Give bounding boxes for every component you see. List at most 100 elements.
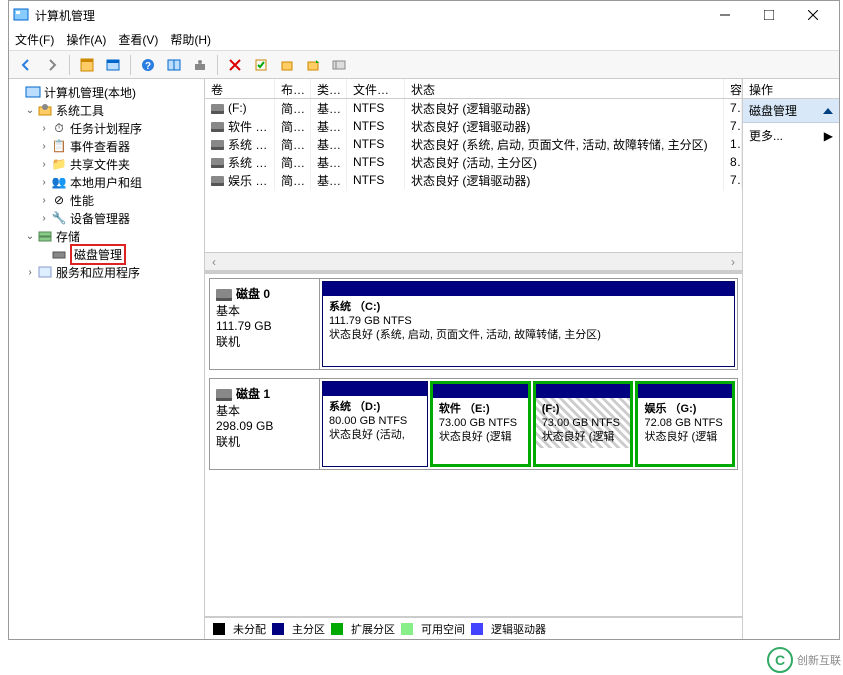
tree-pane[interactable]: 计算机管理(本地) ⌄系统工具 ›⏱任务计划程序›📋事件查看器›📁共享文件夹›👥… xyxy=(9,79,205,639)
tree-item-1[interactable]: ›📋事件查看器 xyxy=(11,137,202,155)
menu-operation[interactable]: 操作(A) xyxy=(66,31,106,48)
col-layout[interactable]: 布局 xyxy=(275,79,311,98)
tree-item-label: 本地用户和组 xyxy=(70,174,142,191)
legend-unalloc-swatch xyxy=(213,623,225,635)
tree-systools-label: 系统工具 xyxy=(56,102,104,119)
col-volume[interactable]: 卷 xyxy=(205,79,275,98)
tree-item-label: 事件查看器 xyxy=(70,138,130,155)
legend-primary-swatch xyxy=(272,623,284,635)
tree-item-icon: 🔧 xyxy=(51,210,67,226)
partition[interactable]: 软件 （E:)73.00 GB NTFS状态良好 (逻辑 xyxy=(430,381,531,467)
legend: 未分配 主分区 扩展分区 可用空间 逻辑驱动器 xyxy=(205,617,742,639)
actions-section-label: 磁盘管理 xyxy=(749,102,797,119)
tree-diskmgmt-label: 磁盘管理 xyxy=(70,244,126,265)
tree-item-3[interactable]: ›👥本地用户和组 xyxy=(11,173,202,191)
partition[interactable]: 系统 （D:)80.00 GB NTFS状态良好 (活动, xyxy=(322,381,428,467)
tree-item-2[interactable]: ›📁共享文件夹 xyxy=(11,155,202,173)
legend-primary: 主分区 xyxy=(292,621,325,637)
legend-logical: 逻辑驱动器 xyxy=(491,621,546,637)
tree-systools[interactable]: ⌄系统工具 xyxy=(11,101,202,119)
menu-file[interactable]: 文件(F) xyxy=(15,31,54,48)
tree-item-label: 设备管理器 xyxy=(70,210,130,227)
tree-root[interactable]: 计算机管理(本地) xyxy=(11,83,202,101)
tree-item-label: 任务计划程序 xyxy=(70,120,142,137)
table-row[interactable]: (F:)简单基本NTFS状态良好 (逻辑驱动器)7 xyxy=(205,99,742,117)
actions-more[interactable]: 更多...▶ xyxy=(743,123,839,148)
watermark-logo-icon: C xyxy=(767,647,793,673)
watermark-text: 创新互联 xyxy=(797,652,841,668)
minimize-button[interactable] xyxy=(703,1,747,29)
app-icon xyxy=(13,7,29,23)
action2-button[interactable] xyxy=(276,54,298,76)
toolbar: ? xyxy=(9,51,839,79)
close-button[interactable] xyxy=(791,1,835,29)
col-type[interactable]: 类型 xyxy=(311,79,347,98)
table-row[interactable]: 系统 (C:)简单基本NTFS状态良好 (系统, 启动, 页面文件, 活动, 故… xyxy=(205,135,742,153)
actions-section[interactable]: 磁盘管理 xyxy=(743,99,839,123)
center-pane: 卷 布局 类型 文件系统 状态 容 (F:)简单基本NTFS状态良好 (逻辑驱动… xyxy=(205,79,743,639)
tree-root-label: 计算机管理(本地) xyxy=(44,84,136,101)
menu-view[interactable]: 查看(V) xyxy=(118,31,158,48)
tree-item-icon: 👥 xyxy=(51,174,67,190)
tree-item-0[interactable]: ›⏱任务计划程序 xyxy=(11,119,202,137)
partition[interactable]: (F:)73.00 GB NTFS状态良好 (逻辑 xyxy=(533,381,634,467)
table-row[interactable]: 软件 (E:)简单基本NTFS状态良好 (逻辑驱动器)7 xyxy=(205,117,742,135)
settings-button[interactable] xyxy=(328,54,350,76)
volume-table: 卷 布局 类型 文件系统 状态 容 (F:)简单基本NTFS状态良好 (逻辑驱动… xyxy=(205,79,742,274)
delete-button[interactable] xyxy=(224,54,246,76)
tree-storage-label: 存储 xyxy=(56,228,80,245)
legend-ext: 扩展分区 xyxy=(351,621,395,637)
tree-item-label: 共享文件夹 xyxy=(70,156,130,173)
tree-storage[interactable]: ⌄存储 xyxy=(11,227,202,245)
tree-services-label: 服务和应用程序 xyxy=(56,264,140,281)
forward-button[interactable] xyxy=(41,54,63,76)
tree-item-icon: 📋 xyxy=(51,138,67,154)
tree-item-label: 性能 xyxy=(70,192,94,209)
tree-item-5[interactable]: ›🔧设备管理器 xyxy=(11,209,202,227)
col-cap[interactable]: 容 xyxy=(724,79,742,98)
partition[interactable]: 娱乐 （G:)72.08 GB NTFS状态良好 (逻辑 xyxy=(635,381,735,467)
legend-free-swatch xyxy=(401,623,413,635)
show-hide-tree-button[interactable] xyxy=(76,54,98,76)
tree-item-icon: ⊘ xyxy=(51,192,67,208)
tree-item-icon: 📁 xyxy=(51,156,67,172)
actions-header: 操作 xyxy=(743,79,839,99)
collapse-icon xyxy=(823,108,833,114)
volume-header[interactable]: 卷 布局 类型 文件系统 状态 容 xyxy=(205,79,742,99)
tree-item-icon: ⏱ xyxy=(51,120,67,136)
table-row[interactable]: 娱乐 (G:)简单基本NTFS状态良好 (逻辑驱动器)7 xyxy=(205,171,742,189)
actions-pane: 操作 磁盘管理 更多...▶ xyxy=(743,79,839,639)
menubar: 文件(F) 操作(A) 查看(V) 帮助(H) xyxy=(9,29,839,51)
action3-button[interactable] xyxy=(302,54,324,76)
disk-graphic-pane[interactable]: 磁盘 0基本111.79 GB联机系统 （C:)111.79 GB NTFS状态… xyxy=(205,274,742,617)
legend-logical-swatch xyxy=(471,623,483,635)
col-status[interactable]: 状态 xyxy=(405,79,724,98)
legend-free: 可用空间 xyxy=(421,621,465,637)
maximize-button[interactable] xyxy=(747,1,791,29)
horiz-scrollbar[interactable]: ‹› xyxy=(205,252,742,270)
disk-info: 磁盘 0基本111.79 GB联机 xyxy=(210,279,320,369)
watermark: C 创新互联 xyxy=(767,647,841,673)
col-fs[interactable]: 文件系统 xyxy=(347,79,405,98)
action1-button[interactable] xyxy=(250,54,272,76)
table-row[interactable]: 系统 (D:)简单基本NTFS状态良好 (活动, 主分区)8 xyxy=(205,153,742,171)
refresh-button[interactable] xyxy=(189,54,211,76)
tree-item-4[interactable]: ›⊘性能 xyxy=(11,191,202,209)
tree-services[interactable]: ›服务和应用程序 xyxy=(11,263,202,281)
svg-text:?: ? xyxy=(145,61,151,72)
properties-button[interactable] xyxy=(102,54,124,76)
tree-diskmgmt[interactable]: 磁盘管理 xyxy=(11,245,202,263)
view-list-button[interactable] xyxy=(163,54,185,76)
legend-ext-swatch xyxy=(331,623,343,635)
disk-row[interactable]: 磁盘 1基本298.09 GB联机系统 （D:)80.00 GB NTFS状态良… xyxy=(209,378,738,470)
partition[interactable]: 系统 （C:)111.79 GB NTFS状态良好 (系统, 启动, 页面文件,… xyxy=(322,281,735,367)
disk-info: 磁盘 1基本298.09 GB联机 xyxy=(210,379,320,469)
disk-row[interactable]: 磁盘 0基本111.79 GB联机系统 （C:)111.79 GB NTFS状态… xyxy=(209,278,738,370)
window-title: 计算机管理 xyxy=(35,7,703,24)
menu-help[interactable]: 帮助(H) xyxy=(170,31,211,48)
help-button[interactable]: ? xyxy=(137,54,159,76)
legend-unalloc: 未分配 xyxy=(233,621,266,637)
titlebar: 计算机管理 xyxy=(9,1,839,29)
actions-more-label: 更多... xyxy=(749,127,783,144)
back-button[interactable] xyxy=(15,54,37,76)
